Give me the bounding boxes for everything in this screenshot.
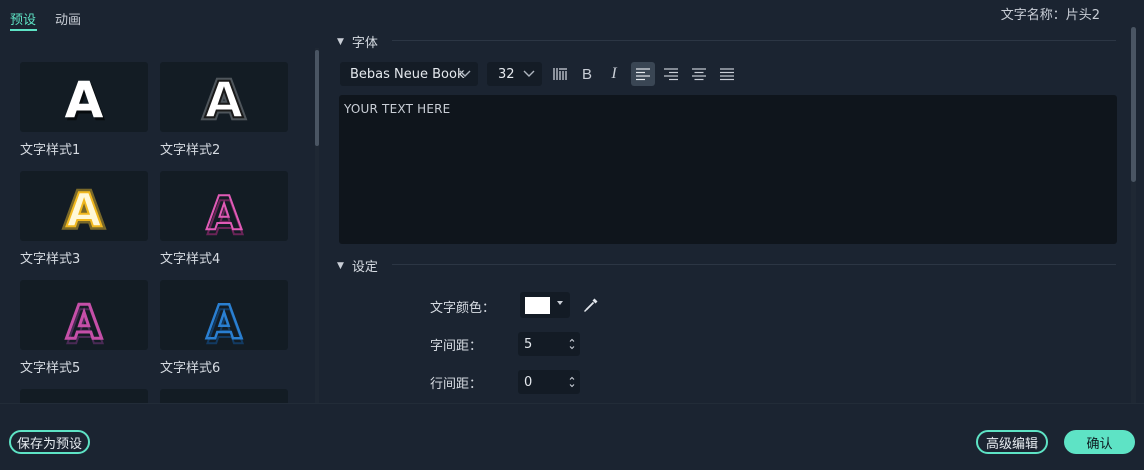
preset-item[interactable]: A A 文字样式5 [20, 280, 148, 376]
preset-item[interactable]: A A 文字样式6 [160, 280, 288, 376]
collapse-triangle-icon: ▼ [337, 36, 344, 47]
preset-list: A A 文字样式1 A A 文字样式2 A A 文字样式3 A A 文字样式4 … [0, 40, 322, 403]
svg-text:A: A [65, 71, 104, 129]
letter-a-white-glow-icon: A A [202, 68, 247, 132]
letter-spacing-label: 字间距： [430, 339, 483, 354]
text-color-picker[interactable] [520, 292, 570, 318]
tab-presets[interactable]: 预设 [10, 9, 36, 28]
line-spacing-value: 0 [524, 374, 533, 390]
preset-thumbnail [20, 389, 148, 403]
letter-a-pink-gradient-outline-icon: A A [65, 294, 105, 351]
stepper-arrows-icon[interactable] [569, 375, 575, 389]
eyedropper-icon[interactable] [582, 296, 600, 314]
caret-down-icon [557, 301, 563, 305]
active-tab-indicator [10, 29, 37, 31]
align-center-icon [692, 67, 706, 80]
font-family-select[interactable]: Bebas Neue Book [340, 62, 478, 86]
letter-a-pink-outline-icon: A A [205, 185, 244, 241]
preset-label: 文字样式3 [20, 252, 81, 267]
chevron-down-icon [523, 70, 535, 77]
preset-thumbnail: A A [20, 171, 148, 241]
preset-thumbnail: A A [160, 62, 288, 132]
line-spacing-stepper[interactable]: 0 [518, 370, 580, 394]
italic-button[interactable]: I [602, 62, 626, 86]
preset-label: 文字样式2 [160, 143, 221, 158]
preset-thumbnail: A A [20, 280, 148, 350]
preset-thumbnail: A A [160, 280, 288, 350]
justify-button[interactable] [715, 62, 739, 86]
svg-text:A: A [66, 295, 102, 349]
preset-thumbnail: A A [20, 62, 148, 132]
collapse-triangle-icon: ▼ [337, 260, 344, 271]
preset-thumbnail: A A [160, 171, 288, 241]
preset-item[interactable] [160, 389, 288, 403]
letter-a-blue-outline-icon: A A [205, 294, 244, 350]
vertical-text-icon [553, 68, 567, 80]
preset-item[interactable]: A A 文字样式2 [160, 62, 288, 158]
svg-text:A: A [206, 295, 242, 349]
preset-label: 文字样式1 [20, 143, 81, 158]
letter-spacing-stepper[interactable]: 5 [518, 332, 580, 356]
font-size-value: 32 [498, 66, 515, 82]
preset-thumbnail [160, 389, 288, 403]
text-color-label: 文字颜色： [430, 301, 496, 316]
preset-scrollbar-thumb[interactable] [315, 50, 319, 146]
align-justify-icon [720, 67, 734, 80]
stepper-arrows-icon[interactable] [569, 337, 575, 351]
bold-button[interactable]: B [575, 62, 599, 86]
bold-icon: B [581, 65, 592, 83]
letter-a-white-shadow-icon: A A [65, 71, 106, 132]
tab-animation[interactable]: 动画 [55, 9, 81, 28]
letter-a-gold-glow-icon: A A [63, 180, 106, 241]
section-divider [392, 264, 1116, 265]
align-right-icon [664, 67, 678, 80]
svg-text:A: A [206, 186, 242, 240]
text-content-input[interactable]: YOUR TEXT HERE [339, 95, 1117, 244]
font-size-select[interactable]: 32 [487, 62, 542, 86]
font-section-header[interactable]: ▼ 字体 [337, 32, 378, 51]
preset-label: 文字样式6 [160, 361, 221, 376]
align-left-button[interactable] [631, 62, 655, 86]
preset-item[interactable]: A A 文字样式4 [160, 171, 288, 267]
save-as-preset-button[interactable]: 保存为预设 [9, 430, 90, 454]
color-swatch [525, 297, 550, 314]
italic-icon: I [611, 65, 617, 82]
preset-item[interactable]: A A 文字样式1 [20, 62, 148, 158]
settings-section-header[interactable]: ▼ 设定 [337, 256, 378, 275]
align-right-button[interactable] [659, 62, 683, 86]
text-direction-button[interactable] [548, 62, 572, 86]
align-left-icon [636, 67, 650, 80]
preset-item[interactable] [20, 389, 148, 403]
svg-text:A: A [66, 183, 102, 237]
align-center-button[interactable] [687, 62, 711, 86]
text-name-label: 文字名称：片头2 [1000, 8, 1100, 23]
footer-divider [0, 403, 1144, 404]
section-divider [392, 40, 1116, 41]
preset-item[interactable]: A A 文字样式3 [20, 171, 148, 267]
letter-spacing-value: 5 [524, 336, 533, 352]
advanced-edit-button[interactable]: 高级编辑 [976, 430, 1048, 454]
preset-label: 文字样式4 [160, 252, 221, 267]
chevron-down-icon [459, 70, 471, 77]
confirm-button[interactable]: 确认 [1064, 430, 1135, 454]
settings-scrollbar-thumb[interactable] [1131, 27, 1136, 182]
svg-text:A: A [205, 71, 244, 129]
settings-section-title: 设定 [351, 260, 378, 275]
font-section-title: 字体 [351, 36, 378, 51]
line-spacing-label: 行间距： [430, 377, 483, 392]
preset-label: 文字样式5 [20, 361, 81, 376]
font-family-value: Bebas Neue Book [350, 66, 465, 82]
